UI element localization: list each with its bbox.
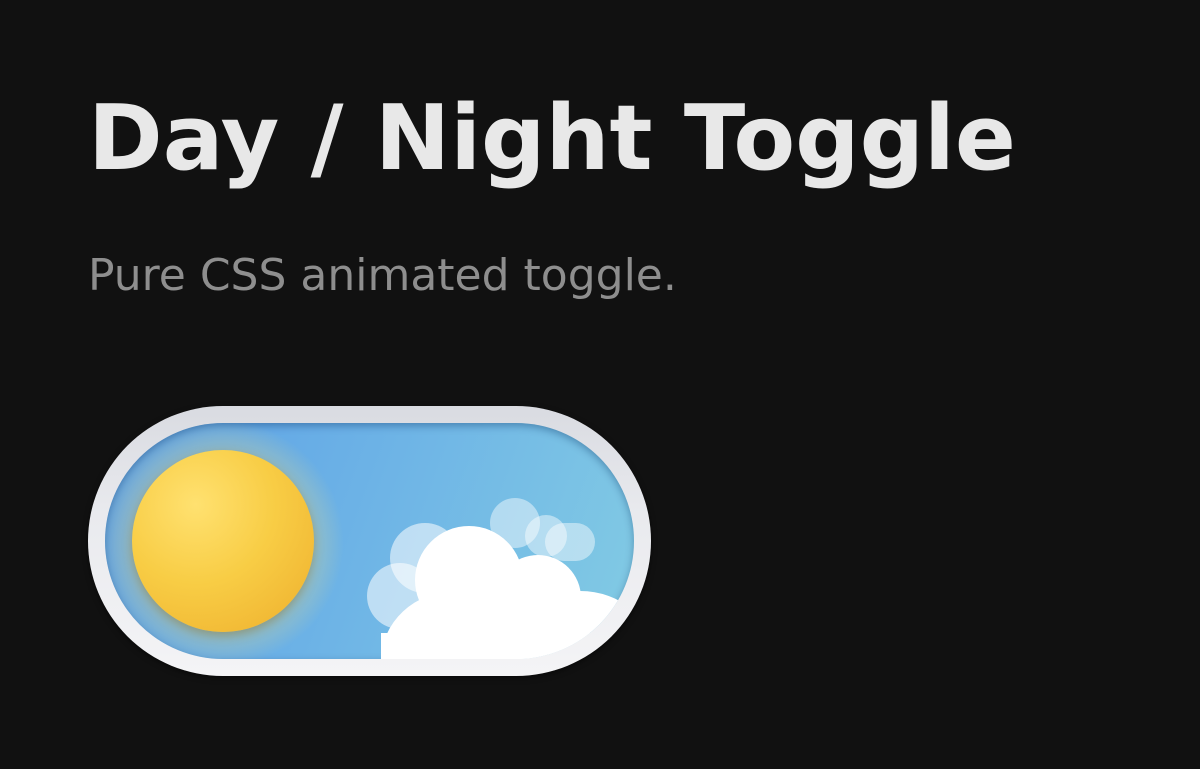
day-night-toggle[interactable] — [88, 406, 651, 676]
page-title: Day / Night Toggle — [88, 86, 1016, 191]
page-subtitle: Pure CSS animated toggle. — [88, 250, 677, 301]
sun-icon — [132, 450, 314, 632]
toggle-track — [105, 423, 634, 659]
